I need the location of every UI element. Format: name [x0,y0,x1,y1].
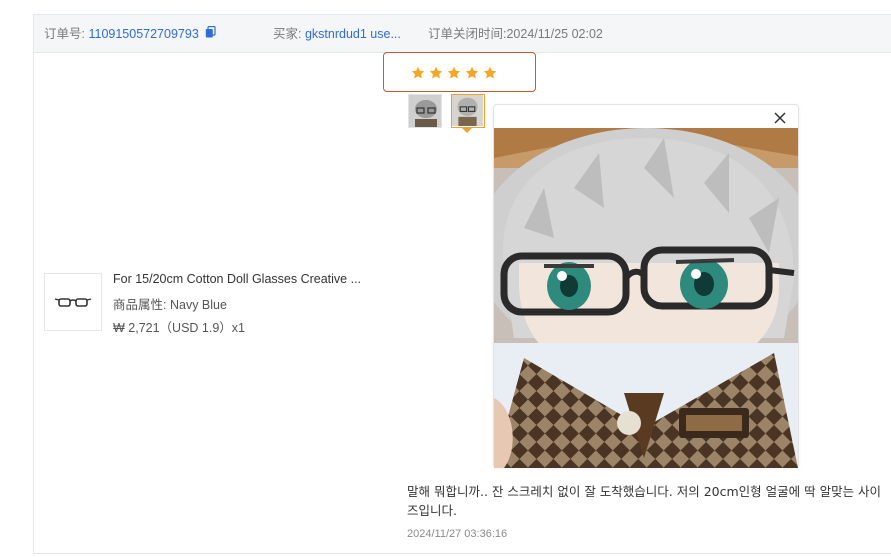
buyer-field: 买家: gkstnrdud1 use... [273,15,401,53]
order-number-link[interactable]: 1109150572709793 [88,27,198,41]
buyer-link[interactable]: gkstnrdud1 use... [305,27,401,41]
review-photo-large [494,128,798,468]
product-title-link[interactable]: For 15/20cm Cotton Doll Glasses Creative… [113,272,361,286]
product-attribute: 商品属性: Navy Blue [113,294,227,313]
star-rating [411,66,497,80]
review-photo-thumbnail-active[interactable] [451,94,485,128]
product-thumbnail[interactable] [44,273,102,331]
copy-icon[interactable] [205,15,216,53]
star-icon [429,66,443,79]
photo-preview-popup [493,104,799,468]
order-number-label: 订单号: [44,27,85,41]
close-icon[interactable] [772,110,788,126]
product-attribute-value: Navy Blue [169,298,227,312]
review-timestamp: 2024/11/27 03:36:16 [407,528,508,540]
star-icon [465,66,479,79]
buyer-label: 买家: [273,27,302,41]
star-icon [483,66,497,79]
star-icon [447,66,461,79]
star-icon [411,66,425,79]
closed-time-field: 订单关闭时间:2024/11/25 02:02 [428,15,603,53]
product-attribute-label: 商品属性: [113,298,167,312]
review-text: 말해 뭐합니까.. 잔 스크레치 없이 잘 도착했습니다. 저의 20cm인형 … [407,484,882,518]
active-thumbnail-indicator [462,128,472,133]
order-header: 订单号: 1109150572709793 买家: gkstnrdud1 use… [34,15,891,53]
product-price: ₩ 2,721（USD 1.9）x1 [113,321,245,335]
order-number-field: 订单号: 1109150572709793 [44,15,216,53]
rating-highlight-box [383,52,536,92]
review-photo-thumbnail[interactable] [408,94,442,128]
closed-time-value: 2024/11/25 02:02 [506,27,603,41]
closed-time-label: 订单关闭时间: [428,27,507,41]
